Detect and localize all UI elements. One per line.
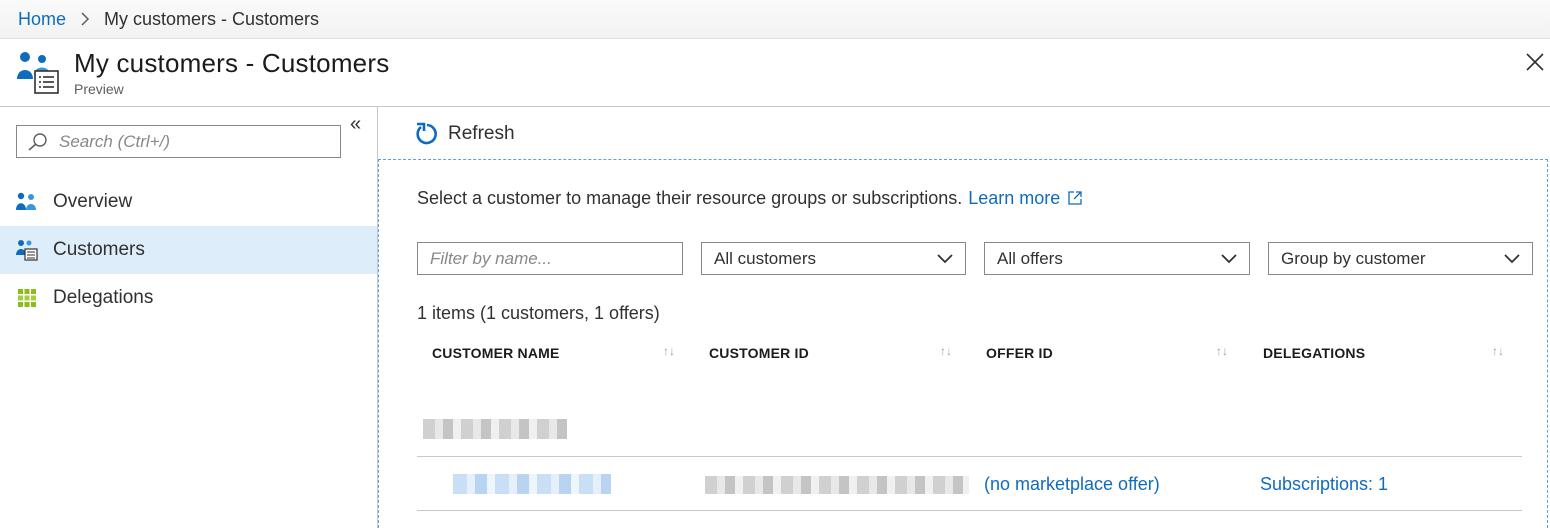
command-bar: Refresh (378, 107, 1550, 160)
redacted-customer-name-link[interactable] (453, 474, 611, 494)
sort-icon[interactable]: ↑↓ (940, 344, 952, 358)
column-header-offer-id[interactable]: OFFER ID (986, 345, 1053, 361)
column-header-customer-id[interactable]: CUSTOMER ID (709, 345, 809, 361)
chevron-down-icon (1221, 249, 1237, 269)
chevron-right-icon (80, 12, 90, 26)
search-input[interactable] (59, 131, 329, 152)
sidebar-item-label: Customers (53, 239, 145, 260)
customers-icon (16, 239, 38, 261)
learn-more-link[interactable]: Learn more (968, 188, 1060, 208)
items-count: 1 items (1 customers, 1 offers) (417, 303, 660, 323)
collapse-sidebar-icon[interactable]: « (350, 113, 361, 136)
search-icon (27, 132, 49, 151)
sidebar-item-delegations[interactable]: Delegations (0, 274, 377, 322)
delegations-link[interactable]: Subscriptions: 1 (1260, 474, 1388, 495)
redacted-customer-id (705, 476, 969, 494)
refresh-button[interactable]: Refresh (414, 121, 515, 147)
offer-id-link[interactable]: (no marketplace offer) (984, 474, 1160, 495)
customers-dropdown[interactable]: All customers (701, 242, 966, 275)
delegations-icon (16, 287, 38, 309)
breadcrumb-current: My customers - Customers (104, 8, 320, 29)
chevron-down-icon (937, 249, 953, 269)
description: Select a customer to manage their resour… (417, 188, 1082, 210)
row-divider (417, 510, 1522, 511)
sort-icon[interactable]: ↑↓ (1216, 344, 1228, 358)
blade-header: My customers - Customers Preview (0, 39, 1550, 107)
overview-icon (16, 191, 38, 213)
search-box[interactable] (16, 125, 341, 158)
offers-dropdown-value: All offers (997, 248, 1063, 268)
sidebar-item-label: Delegations (53, 287, 154, 308)
customers-content: Select a customer to manage their resour… (378, 159, 1548, 528)
page-subtitle: Preview (74, 81, 124, 97)
filter-input[interactable] (430, 248, 670, 269)
description-text: Select a customer to manage their resour… (417, 188, 963, 208)
column-header-delegations[interactable]: DELEGATIONS (1263, 345, 1365, 361)
group-by-dropdown[interactable]: Group by customer (1268, 242, 1533, 275)
redacted-group-header (423, 419, 567, 439)
sidebar-item-label: Overview (53, 191, 133, 212)
breadcrumb-home-link[interactable]: Home (18, 9, 66, 30)
offers-dropdown[interactable]: All offers (984, 242, 1250, 275)
close-icon[interactable] (1524, 51, 1546, 73)
refresh-icon (414, 121, 440, 147)
customers-icon (16, 51, 60, 100)
sort-icon[interactable]: ↑↓ (663, 344, 675, 358)
sidebar-item-overview[interactable]: Overview (0, 178, 377, 226)
sidebar: « Overview Customers (0, 107, 378, 528)
filter-by-name-field[interactable] (417, 242, 683, 275)
sort-icon[interactable]: ↑↓ (1492, 344, 1504, 358)
chevron-down-icon (1504, 249, 1520, 269)
column-header-customer-name[interactable]: CUSTOMER NAME (432, 345, 560, 361)
refresh-label: Refresh (448, 123, 515, 144)
group-by-dropdown-value: Group by customer (1281, 248, 1426, 268)
page-title: My customers - Customers (74, 48, 390, 78)
external-link-icon[interactable] (1068, 189, 1082, 210)
sidebar-item-customers[interactable]: Customers (0, 226, 377, 274)
row-divider (417, 456, 1522, 457)
breadcrumb: Home My customers - Customers (0, 0, 1550, 39)
customers-dropdown-value: All customers (714, 248, 817, 268)
